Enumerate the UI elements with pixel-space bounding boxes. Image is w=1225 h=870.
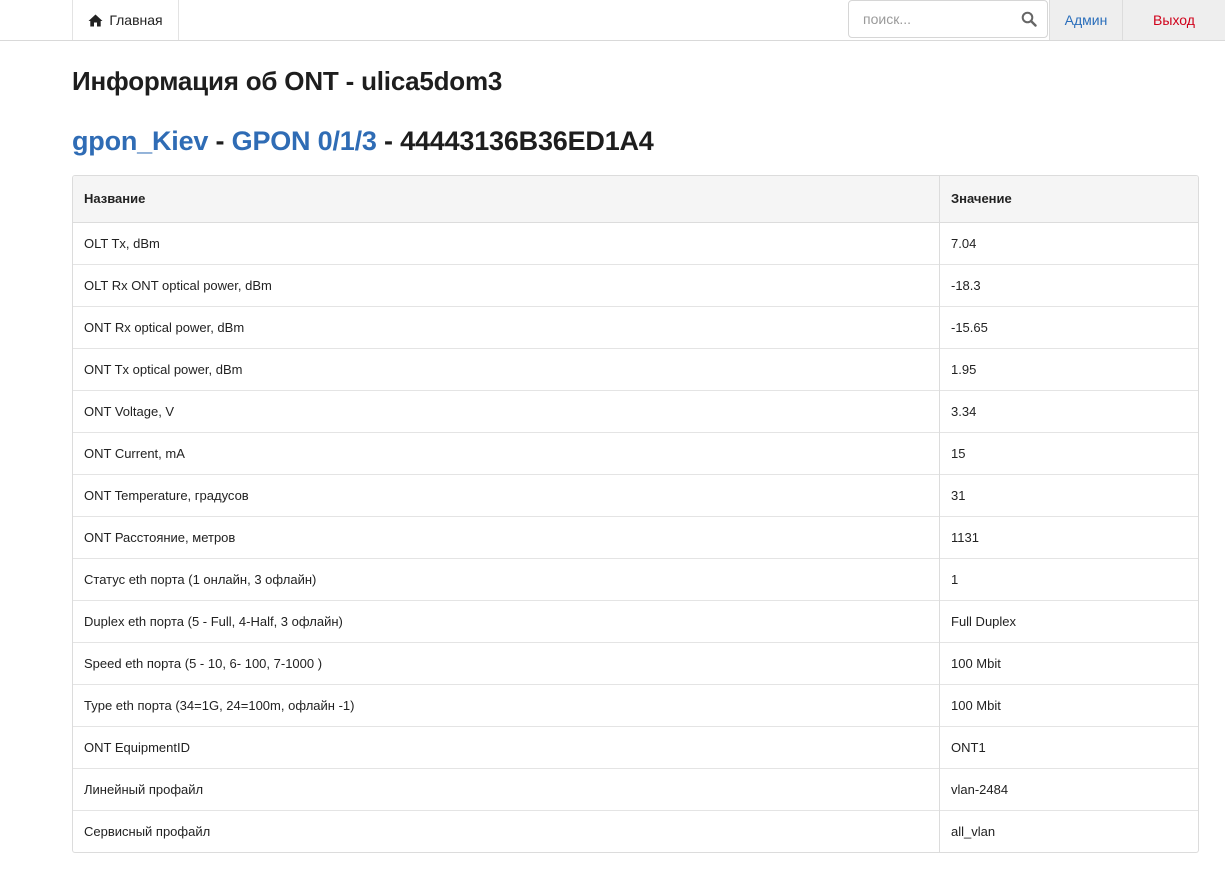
home-icon [88, 14, 103, 26]
column-header-value: Значение [939, 176, 1198, 223]
table-row: ONT Rx optical power, dBm -15.65 [73, 305, 1198, 348]
param-name: Статус eth порта (1 онлайн, 3 офлайн) [73, 557, 940, 600]
param-name: Сервисный профайл [73, 809, 940, 852]
search-input[interactable] [849, 1, 1019, 37]
table-row: ONT EquipmentID ONT1 [73, 725, 1198, 768]
table-row: Duplex eth порта (5 - Full, 4-Half, 3 оф… [73, 599, 1198, 642]
param-name: Type eth порта (34=1G, 24=100m, офлайн -… [73, 683, 940, 726]
table-row: Линейный профайл vlan-2484 [73, 767, 1198, 810]
param-value: -18.3 [939, 263, 1198, 306]
column-header-name: Название [73, 176, 940, 223]
param-value: 100 Mbit [939, 641, 1198, 684]
param-value: 1131 [939, 515, 1198, 558]
param-value: 15 [939, 431, 1198, 474]
home-nav-link[interactable]: Главная [72, 0, 179, 40]
table-row: OLT Rx ONT optical power, dBm -18.3 [73, 263, 1198, 306]
subtitle-separator: - [208, 126, 232, 156]
olt-link[interactable]: gpon_Kiev [72, 126, 208, 156]
table-row: Speed eth порта (5 - 10, 6- 100, 7-1000 … [73, 641, 1198, 684]
param-value: -15.65 [939, 305, 1198, 348]
top-navbar: Главная Админ Выход [0, 0, 1225, 41]
search-icon[interactable] [1021, 11, 1037, 27]
home-nav-label: Главная [109, 12, 163, 28]
ont-info-table: Название Значение OLT Tx, dBm 7.04 OLT Rx… [72, 175, 1199, 853]
param-value: 1 [939, 557, 1198, 600]
search-box [848, 0, 1048, 38]
table-row: ONT Tx optical power, dBm 1.95 [73, 347, 1198, 390]
admin-nav-link[interactable]: Админ [1049, 0, 1123, 40]
param-value: 3.34 [939, 389, 1198, 432]
table-row: Сервисный профайл all_vlan [73, 809, 1198, 852]
param-name: ONT Temperature, градусов [73, 473, 940, 516]
logout-nav-link[interactable]: Выход [1123, 0, 1225, 40]
param-name: ONT Current, mA [73, 431, 940, 474]
table-row: ONT Voltage, V 3.34 [73, 389, 1198, 432]
param-name: OLT Rx ONT optical power, dBm [73, 263, 940, 306]
table-row: Type eth порта (34=1G, 24=100m, офлайн -… [73, 683, 1198, 726]
ont-subtitle: gpon_Kiev - GPON 0/1/3 - 44443136B36ED1A… [72, 126, 654, 157]
table-row: OLT Tx, dBm 7.04 [73, 222, 1198, 264]
ont-serial: 44443136B36ED1A4 [400, 126, 654, 156]
param-name: ONT Voltage, V [73, 389, 940, 432]
param-name: ONT EquipmentID [73, 725, 940, 768]
param-value: all_vlan [939, 809, 1198, 852]
param-value: ONT1 [939, 725, 1198, 768]
table-row: Статус eth порта (1 онлайн, 3 офлайн) 1 [73, 557, 1198, 600]
table-row: ONT Current, mA 15 [73, 431, 1198, 474]
param-name: Duplex eth порта (5 - Full, 4-Half, 3 оф… [73, 599, 940, 642]
param-value: 100 Mbit [939, 683, 1198, 726]
page-title: Информация об ONT - ulica5dom3 [72, 66, 503, 96]
port-link[interactable]: GPON 0/1/3 [232, 126, 377, 156]
param-name: Линейный профайл [73, 767, 940, 810]
param-name: Speed eth порта (5 - 10, 6- 100, 7-1000 … [73, 641, 940, 684]
param-name: ONT Расстояние, метров [73, 515, 940, 558]
param-value: 31 [939, 473, 1198, 516]
table-row: ONT Temperature, градусов 31 [73, 473, 1198, 516]
param-name: OLT Tx, dBm [73, 222, 940, 264]
subtitle-separator: - [376, 126, 401, 156]
param-value: 1.95 [939, 347, 1198, 390]
table-header-row: Название Значение [73, 176, 1198, 223]
param-name: ONT Tx optical power, dBm [73, 347, 940, 390]
param-value: 7.04 [951, 235, 977, 251]
param-name: ONT Rx optical power, dBm [73, 305, 940, 348]
param-value: vlan-2484 [939, 767, 1198, 810]
param-value: Full Duplex [939, 599, 1198, 642]
table-row: ONT Расстояние, метров 1131 [73, 515, 1198, 558]
